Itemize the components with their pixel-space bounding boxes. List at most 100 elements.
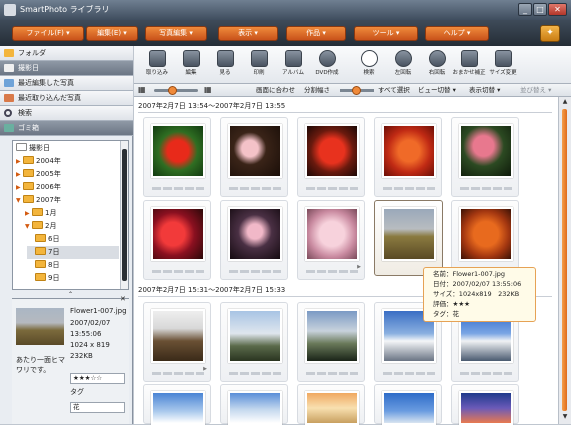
thumbnail-size-slider[interactable] xyxy=(154,86,198,95)
tree-node[interactable]: 8日 xyxy=(35,259,59,272)
tree-node[interactable]: ▶ 2005年 xyxy=(16,168,61,181)
nav-label: ゴミ箱 xyxy=(18,124,39,132)
album-icon xyxy=(284,50,302,67)
menu-tools[interactable]: ツール ▾ xyxy=(354,26,418,41)
fit-to-screen-button[interactable]: 画面に合わせ xyxy=(256,84,295,96)
expand-arrow-icon[interactable]: ▶ xyxy=(25,207,32,220)
rotate-right-button[interactable]: 右回転 xyxy=(420,50,454,82)
nav-shooting-date[interactable]: 撮影日 xyxy=(0,61,133,76)
minimize-button[interactable]: _ xyxy=(518,3,532,16)
photo-thumbnail[interactable] xyxy=(297,302,365,382)
tree-node[interactable]: ▶ 1月 xyxy=(25,207,56,220)
menu-edit[interactable]: 編集(E) ▾ xyxy=(86,26,138,41)
tag-field[interactable]: 花 xyxy=(70,402,125,413)
tree-node[interactable]: ▶ 2006年 xyxy=(16,181,61,194)
window-title: SmartPhoto ライブラリ xyxy=(20,5,110,14)
photo-thumbnail[interactable] xyxy=(143,117,211,197)
tree-node-selected[interactable]: 7日 xyxy=(27,246,119,259)
photo-thumbnail[interactable]: ▶ xyxy=(297,200,365,280)
album-button[interactable]: アルバム xyxy=(276,50,310,82)
collapse-arrow-icon[interactable]: ▼ xyxy=(25,220,32,233)
slider-knob[interactable] xyxy=(168,86,177,95)
tooltip-rating: 評価：★★★ xyxy=(433,300,470,308)
app-icon xyxy=(4,4,16,16)
tree-node[interactable]: 6日 xyxy=(35,233,59,246)
photo-thumbnail[interactable]: ▶ xyxy=(143,302,211,382)
nav-trash[interactable]: ゴミ箱 xyxy=(0,121,133,136)
search-button[interactable]: 検索 xyxy=(352,50,386,82)
content-scrollbar[interactable]: ▲ ▼ xyxy=(558,97,571,424)
thumb-status-bar xyxy=(383,187,435,190)
folder-icon xyxy=(32,221,43,229)
thumb-status-bar xyxy=(306,372,358,375)
trash-icon xyxy=(4,124,14,132)
menu-help[interactable]: ヘルプ ▾ xyxy=(425,26,489,41)
photo-thumbnail[interactable] xyxy=(297,384,365,425)
info-filename: Flower1-007.jpg xyxy=(70,307,127,315)
small-thumb-icon[interactable]: ▦ xyxy=(138,84,146,96)
collapse-arrow-icon[interactable]: ▼ xyxy=(16,194,23,207)
photo-thumbnail[interactable] xyxy=(143,384,211,425)
tree-node[interactable]: 9日 xyxy=(35,272,59,285)
large-thumb-icon[interactable]: ▦ xyxy=(204,84,212,96)
nav-recently-imported[interactable]: 最近取り込んだ写真 xyxy=(0,91,133,106)
photo-thumbnail[interactable] xyxy=(451,384,519,425)
tree-node[interactable]: ▼ 2007年 xyxy=(16,194,61,207)
thumb-status-bar xyxy=(152,372,204,375)
import-button[interactable]: 取り込み xyxy=(140,50,174,82)
rotate-left-button[interactable]: 左回転 xyxy=(386,50,420,82)
tree-node[interactable]: ▼ 2月 xyxy=(25,220,56,233)
view-switch-dropdown[interactable]: ビュー切替 ▾ xyxy=(418,84,456,96)
menu-file[interactable]: ファイル(F) ▾ xyxy=(12,26,84,41)
menu-view[interactable]: 表示 ▾ xyxy=(218,26,278,41)
menu-works[interactable]: 作品 ▾ xyxy=(286,26,346,41)
dvd-button[interactable]: DVD作成 xyxy=(310,50,344,82)
close-button[interactable]: ✕ xyxy=(548,3,567,16)
select-all-button[interactable]: すべて選択 xyxy=(378,84,410,96)
tooltip-date: 日付：2007/02/07 13:55:06 xyxy=(433,280,522,288)
display-switch-dropdown[interactable]: 表示切替 ▾ xyxy=(469,84,500,96)
thumb-status-bar xyxy=(229,187,281,190)
tree-scrollbar[interactable] xyxy=(120,141,128,289)
edit-button[interactable]: 編集 xyxy=(174,50,208,82)
collapse-handle-icon[interactable]: ⌃ xyxy=(68,291,73,298)
tree-scroll-thumb[interactable] xyxy=(122,149,127,281)
photo-thumbnail[interactable] xyxy=(220,117,288,197)
photo-thumbnail-selected[interactable] xyxy=(374,200,443,276)
options-icon[interactable]: ✦ xyxy=(540,25,560,42)
content-scroll-thumb[interactable] xyxy=(562,109,567,411)
tree-node[interactable]: 撮影日 xyxy=(16,142,50,155)
maximize-button[interactable]: □ xyxy=(533,3,547,16)
view-button[interactable]: 見る xyxy=(208,50,242,82)
expand-arrow-icon[interactable]: ▶ xyxy=(16,155,23,168)
photo-thumbnail[interactable] xyxy=(374,117,442,197)
nav-folder[interactable]: フォルダ xyxy=(0,46,133,61)
photo-thumbnail[interactable] xyxy=(374,384,442,425)
expand-arrow-icon[interactable]: ▶ xyxy=(16,168,23,181)
split-slider[interactable] xyxy=(340,86,374,95)
split-width-button[interactable]: 分割幅さ xyxy=(304,84,330,96)
scroll-up-icon[interactable]: ▲ xyxy=(561,98,569,106)
expand-arrow-icon[interactable]: ▶ xyxy=(16,181,23,194)
nav-label: 最近取り込んだ写真 xyxy=(18,94,81,102)
tree-node[interactable]: ▶ 2004年 xyxy=(16,155,61,168)
rating-field[interactable]: ★★★☆☆ xyxy=(70,373,125,384)
close-icon[interactable]: ✕ xyxy=(120,295,126,303)
photo-thumbnail[interactable] xyxy=(451,117,519,197)
sort-dropdown[interactable]: 並び替え ▾ xyxy=(520,84,551,96)
auto-correct-button[interactable]: おまかせ補正 xyxy=(452,50,486,82)
print-button[interactable]: 印刷 xyxy=(242,50,276,82)
thumb-status-bar xyxy=(229,372,281,375)
scroll-down-icon[interactable]: ▼ xyxy=(561,413,569,421)
photo-thumbnail[interactable] xyxy=(220,302,288,382)
photo-thumbnail[interactable] xyxy=(143,200,211,280)
split-slider-knob[interactable] xyxy=(352,86,361,95)
photo-thumbnail[interactable] xyxy=(220,384,288,425)
menu-photo-edit[interactable]: 写真編集 ▾ xyxy=(145,26,207,41)
nav-recently-edited[interactable]: 最近編集した写真 xyxy=(0,76,133,91)
resize-button[interactable]: サイズ変更 xyxy=(486,50,520,82)
photo-thumbnail[interactable] xyxy=(297,117,365,197)
nav-search[interactable]: 検索 xyxy=(0,106,133,121)
photo-blossoms xyxy=(228,124,282,178)
photo-thumbnail[interactable] xyxy=(220,200,288,280)
